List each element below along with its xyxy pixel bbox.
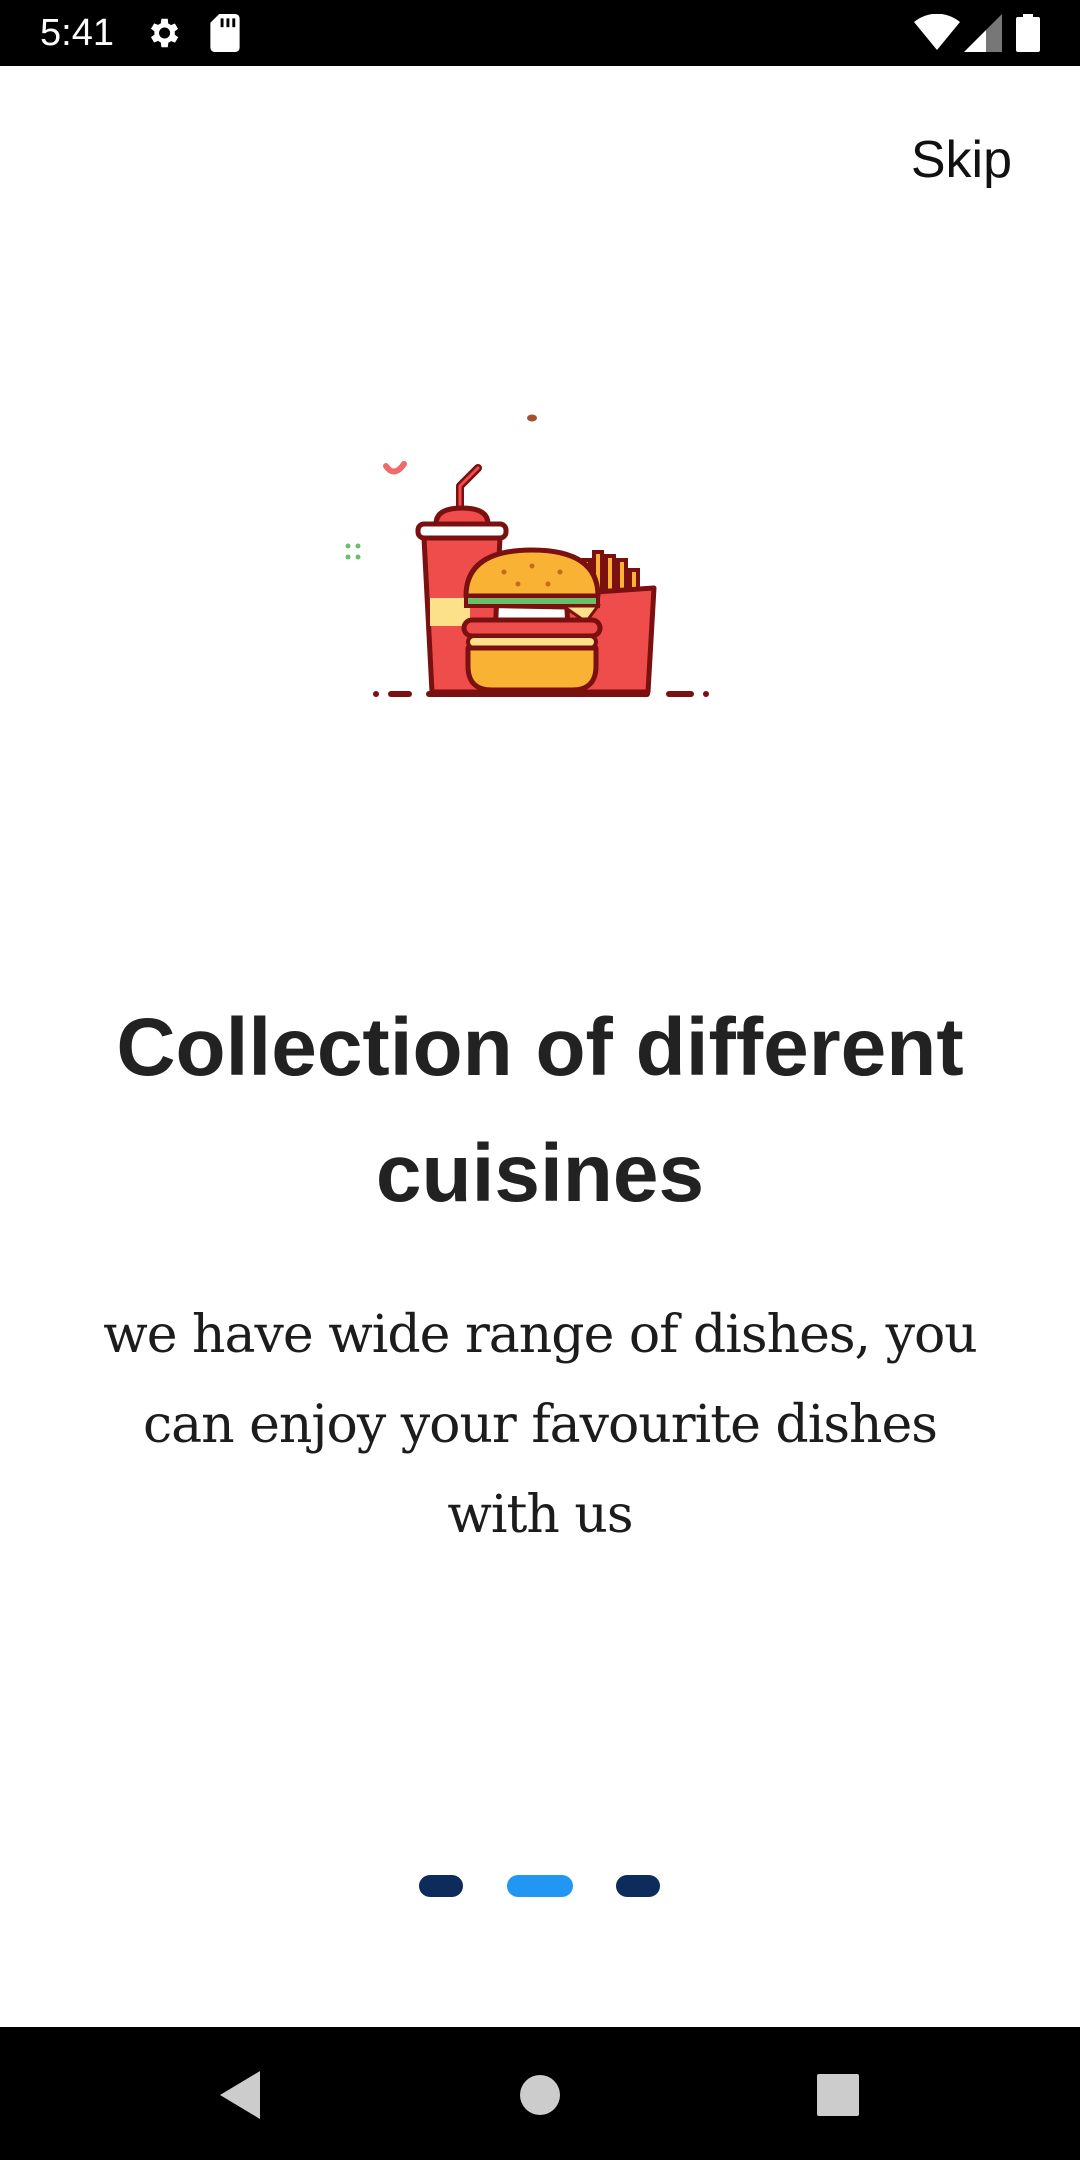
onboarding-title: Collection of different cuisines	[116, 1002, 964, 1219]
recents-icon[interactable]	[806, 2063, 870, 2127]
onboarding-screen: 5:41 Skip Collection of different cuisin…	[0, 0, 1080, 2160]
status-bar: 5:41	[0, 0, 1080, 66]
signal-icon	[964, 14, 1002, 52]
status-time: 5:41	[40, 12, 114, 54]
battery-icon	[1016, 14, 1040, 52]
page-indicator	[0, 1875, 1080, 1897]
skip-button[interactable]: Skip	[911, 128, 1012, 192]
home-icon[interactable]	[508, 2063, 572, 2127]
onboarding-description: we have wide range of dishes, you can en…	[103, 1305, 978, 1545]
wifi-icon	[914, 14, 960, 50]
page-dot-1[interactable]	[419, 1875, 463, 1897]
sd-card-icon	[210, 14, 240, 52]
back-icon[interactable]	[208, 2063, 272, 2127]
page-dot-3[interactable]	[616, 1875, 660, 1897]
system-nav-bar	[0, 2027, 1080, 2160]
fast-food-icon	[345, 414, 709, 697]
gear-icon	[150, 18, 179, 48]
page-dot-2-active[interactable]	[507, 1875, 573, 1897]
